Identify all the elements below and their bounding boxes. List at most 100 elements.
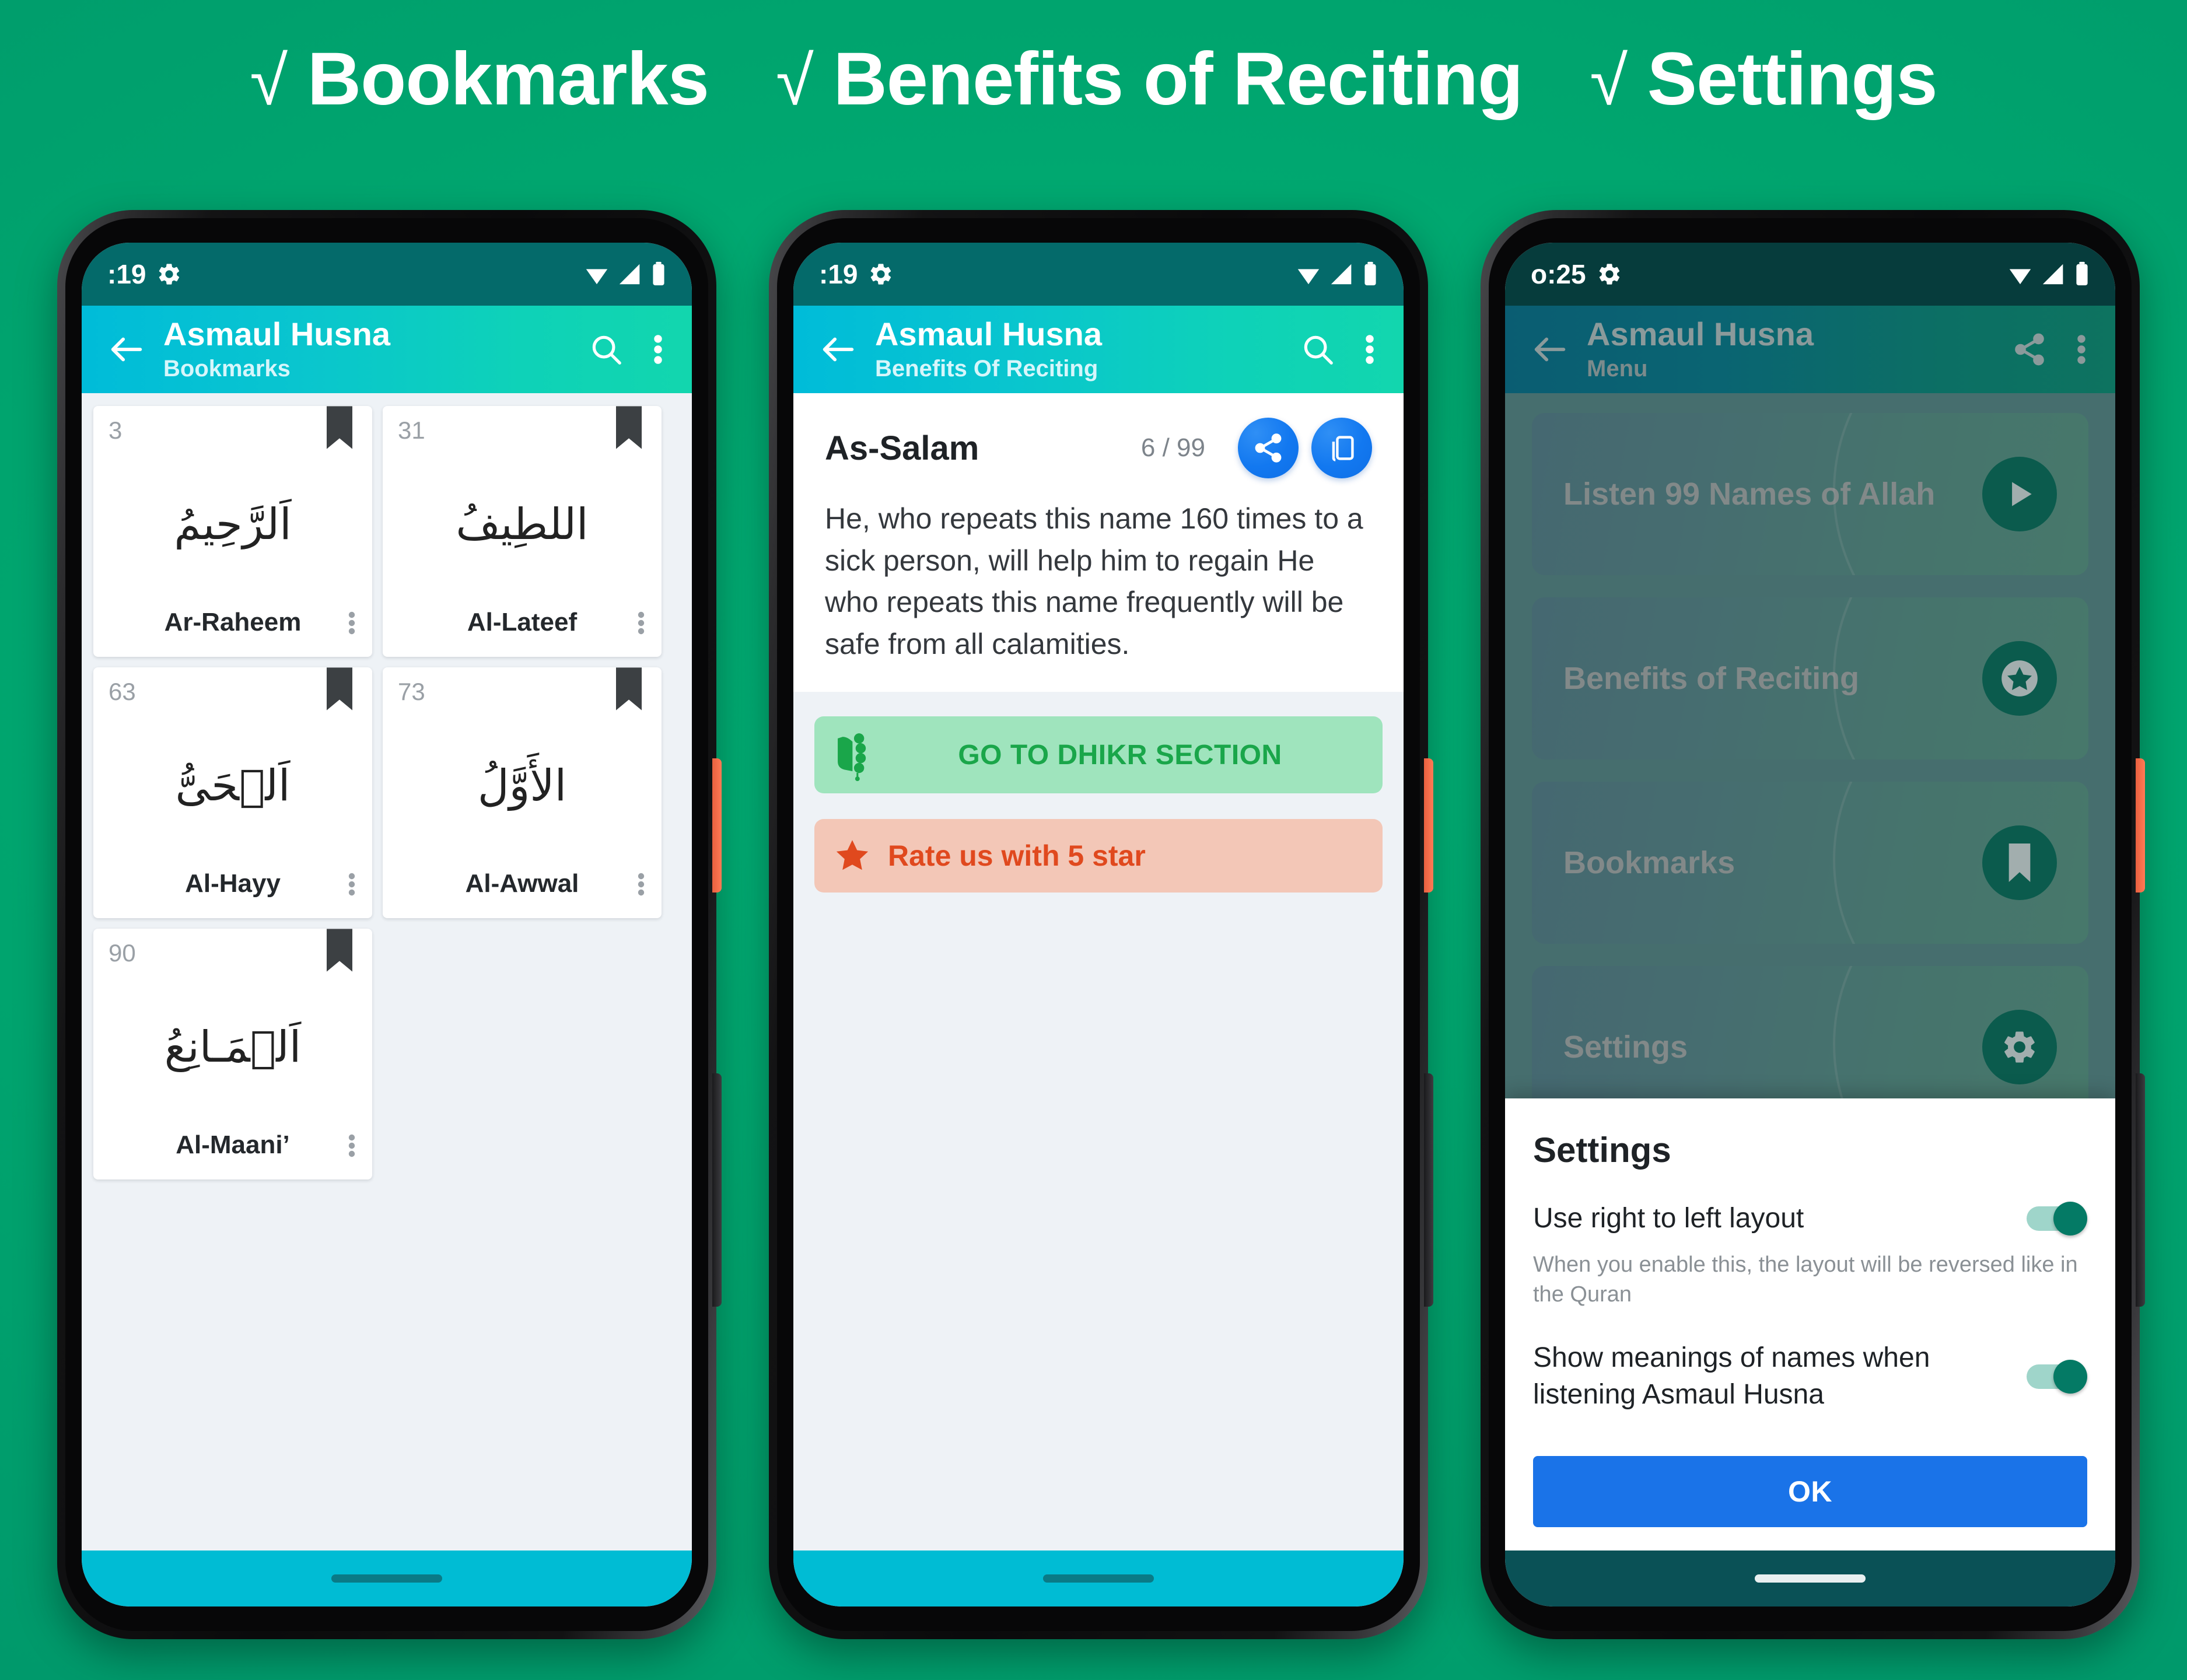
bookmark-card[interactable]: 63 اَلۡحَىُّ Al-Hayy [93,667,372,918]
benefits-content: As-Salam 6 / 99 He, who repeats this nam… [793,393,1404,1550]
bookmark-card[interactable]: 31 اللطِيفُ Al-Lateef [383,406,662,657]
search-icon[interactable] [1300,331,1336,368]
star-circle-icon [1982,641,2057,716]
back-arrow-icon[interactable] [817,328,860,371]
card-number: 3 [109,416,123,444]
ok-button[interactable]: OK [1533,1456,2087,1527]
menu-list: Listen 99 Names of Allah Benefits of Rec… [1505,393,2115,1128]
dialog-title: Settings [1533,1130,1671,1170]
gear-icon [1982,1010,2057,1084]
menu-item-label: Benefits of Reciting [1563,661,1860,696]
bookmark-card[interactable]: 90 اَلۡمَـانِعُ Al-Maani’ [93,929,372,1180]
rtl-layout-toggle[interactable] [2027,1202,2087,1236]
card-transliteration: Al-Awwal [465,869,579,898]
app-bar-title: Asmaul Husna [1587,315,1814,352]
card-number: 90 [109,939,136,967]
headline-item-settings: Settings [1647,37,1938,121]
card-transliteration: Al-Hayy [185,869,281,898]
status-bar-icons [2007,261,2090,288]
bookmark-icon[interactable] [327,406,352,449]
power-button[interactable] [1424,758,1433,892]
bookmark-icon[interactable] [616,667,642,710]
battery-icon [2074,261,2090,288]
share-button[interactable] [1238,418,1299,478]
overflow-menu-icon[interactable] [1364,331,1376,368]
bookmark-icon[interactable] [616,406,642,449]
overflow-menu-icon[interactable] [637,870,645,898]
screen-bookmarks: :19 Asmaul Husna Bookmarks 3 اَلرَّحِيمُ… [82,243,692,1606]
power-button[interactable] [2136,758,2145,892]
overflow-menu-icon[interactable] [637,609,645,637]
overflow-menu-icon[interactable] [348,870,356,898]
search-icon[interactable] [588,331,624,368]
app-bar: Asmaul Husna Menu [1505,306,2115,393]
signal-icon [1329,261,1356,288]
gear-icon [156,261,182,287]
status-bar-time: o:25 [1531,259,1586,289]
status-bar: :19 [82,243,692,306]
show-meanings-toggle[interactable] [2027,1359,2087,1394]
overflow-menu-icon[interactable] [2076,331,2087,368]
status-bar: :19 [793,243,1404,306]
overflow-menu-icon[interactable] [348,609,356,637]
share-icon[interactable] [2011,331,2048,368]
rate-us-button[interactable]: Rate us with 5 star [814,819,1383,892]
setting-row-show-meanings: Show meanings of names when listening As… [1533,1340,2087,1413]
card-number: 73 [398,678,425,705]
volume-button[interactable] [1424,1073,1433,1307]
copy-icon [1327,433,1357,463]
menu-item-label: Listen 99 Names of Allah [1563,477,1936,512]
menu-content: Listen 99 Names of Allah Benefits of Rec… [1505,393,2115,1550]
screen-benefits: :19 Asmaul Husna Benefits Of Reciting As… [793,243,1404,1606]
play-icon [1982,457,2057,531]
volume-button[interactable] [2136,1073,2145,1307]
bookmarks-content: 3 اَلرَّحِيمُ Ar-Raheem 31 اللطِيفُ Al-L… [82,393,692,1550]
gesture-pill[interactable] [1043,1574,1154,1583]
phone-mockup-settings: o:25 Asmaul Husna Menu Listen 99 Names o… [1481,210,2145,1639]
overflow-menu-icon[interactable] [652,331,664,368]
wifi-icon [2007,261,2034,288]
copy-button[interactable] [1311,418,1372,478]
bookmarks-grid: 3 اَلرَّحِيمُ Ar-Raheem 31 اللطِيفُ Al-L… [82,393,692,1192]
menu-item-label: Settings [1563,1030,1688,1065]
gesture-pill[interactable] [1755,1574,1866,1583]
headline-check-2: √ [776,43,814,120]
signal-icon [2041,261,2067,288]
back-arrow-icon[interactable] [1528,328,1572,371]
app-bar-subtitle: Menu [1587,356,1648,382]
gesture-pill[interactable] [331,1574,442,1583]
system-navigation-bar [793,1550,1404,1606]
bookmark-icon[interactable] [327,929,352,972]
back-arrow-icon[interactable] [105,328,148,371]
app-bar: Asmaul Husna Bookmarks [82,306,692,393]
benefit-counter: 6 / 99 [1140,433,1205,462]
setting-help-text: When you enable this, the layout will be… [1533,1252,2078,1307]
wifi-icon [583,261,610,288]
status-bar-icons [583,261,666,288]
phone-mockup-bookmarks: :19 Asmaul Husna Bookmarks 3 اَلرَّحِيمُ… [57,210,722,1639]
bookmark-icon [1982,825,2057,900]
tasbih-beads-icon [834,729,877,781]
menu-item-bookmarks[interactable]: Bookmarks [1532,782,2088,944]
battery-icon [651,261,666,288]
menu-item-listen[interactable]: Listen 99 Names of Allah [1532,413,2088,575]
star-icon [834,838,870,874]
benefit-card: As-Salam 6 / 99 He, who repeats this nam… [793,393,1404,692]
card-number: 63 [109,678,136,705]
gear-icon [868,261,894,287]
share-icon [1252,432,1285,464]
headline-item-benefits: Benefits of Reciting [833,37,1523,121]
headline-check-3: √ [1590,43,1628,120]
bookmark-icon[interactable] [327,667,352,710]
gear-icon [1597,261,1622,287]
volume-button[interactable] [712,1073,722,1307]
app-bar-subtitle: Benefits Of Reciting [875,356,1098,382]
bookmark-card[interactable]: 3 اَلرَّحِيمُ Ar-Raheem [93,406,372,657]
battery-icon [1363,261,1378,288]
bookmark-card[interactable]: 73 الأَوَّلُ Al-Awwal [383,667,662,918]
go-to-dhikr-button[interactable]: GO TO DHIKR SECTION [814,716,1383,793]
signal-icon [617,261,644,288]
power-button[interactable] [712,758,722,892]
menu-item-benefits[interactable]: Benefits of Reciting [1532,597,2088,760]
overflow-menu-icon[interactable] [348,1132,356,1160]
